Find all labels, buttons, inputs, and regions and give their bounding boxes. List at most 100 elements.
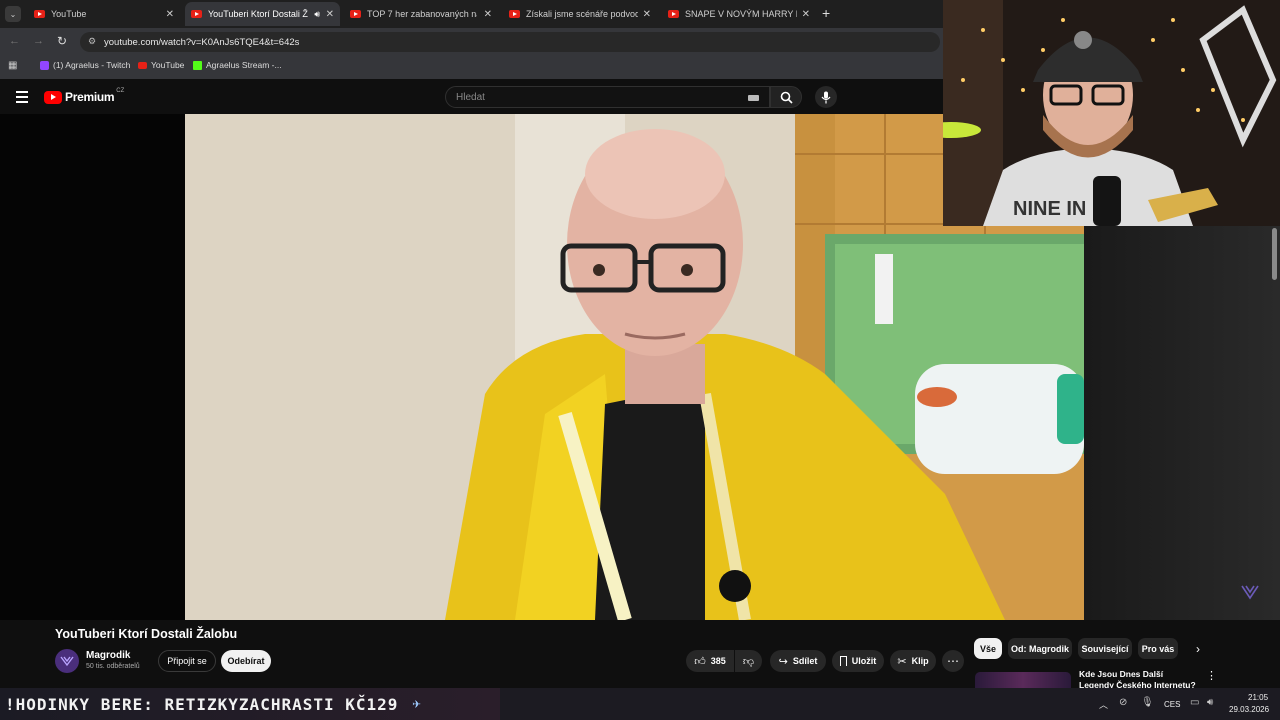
close-tab-icon[interactable]: ✕ xyxy=(166,9,174,20)
url-text: youtube.com/watch?v=K0AnJs6TQE4&t=642s xyxy=(104,36,300,48)
chip-from-magrodik[interactable]: Od: Magrodik xyxy=(1008,638,1072,659)
recommendation-title[interactable]: Kde Jsou Dnes Další Legendy Českého Inte… xyxy=(1079,669,1199,688)
voice-search-button[interactable] xyxy=(815,86,837,108)
more-actions-button[interactable]: ⋯ xyxy=(942,650,964,672)
youtube-play-icon xyxy=(44,90,62,104)
close-tab-icon[interactable]: ✕ xyxy=(802,9,810,20)
channel-name[interactable]: Magrodik xyxy=(86,650,130,661)
network-off-icon[interactable]: ⊘ xyxy=(1119,697,1127,708)
clip-button[interactable]: ✂ Klip xyxy=(890,650,936,672)
video-title: YouTuberi Ktorí Dostali Žalobu xyxy=(55,627,238,641)
chip-all[interactable]: Vše xyxy=(974,638,1002,659)
stream-ticker: !HODINKY BERE: RETIZKYZACHRASTI KČ129 ✈ xyxy=(0,688,500,720)
clock-time[interactable]: 21:05 xyxy=(1248,693,1268,702)
youtube-icon xyxy=(138,61,147,69)
like-count: 385 xyxy=(710,656,726,666)
tab-scenare[interactable]: Získali jsme scénáře podvodník ✕ xyxy=(503,2,657,26)
video-left-margin xyxy=(0,114,185,620)
clock-date[interactable]: 29.03.2026 xyxy=(1229,705,1269,714)
scrollbar[interactable] xyxy=(1272,228,1277,280)
clip-label: Klip xyxy=(911,656,929,666)
tray-chevron-icon[interactable]: ︿ xyxy=(1099,698,1108,711)
youtube-favicon-icon xyxy=(350,10,361,18)
dislike-button[interactable]: 👎︎ xyxy=(735,650,762,672)
bookmark-label: (1) Agraelus - Twitch xyxy=(53,60,131,70)
video-right-margin xyxy=(1084,226,1280,620)
youtube-favicon-icon xyxy=(191,10,202,18)
search-button[interactable] xyxy=(770,86,802,108)
join-button[interactable]: Připojit se xyxy=(158,650,216,672)
search-input[interactable]: Hledat xyxy=(445,86,770,108)
thumbs-up-icon: 👍︎ xyxy=(694,655,706,668)
tab-active-video[interactable]: YouTuberi Ktorí Dostali Žalo 🔊︎ ✕ xyxy=(185,2,340,26)
youtube-favicon-icon xyxy=(668,10,679,18)
reload-icon[interactable]: ↻ xyxy=(57,34,67,48)
microphone-tray-icon[interactable]: 🎙︎ xyxy=(1141,697,1154,708)
chip-for-you[interactable]: Pro vás xyxy=(1138,638,1178,659)
svg-text:NINE IN: NINE IN xyxy=(1013,198,1086,220)
recommendation-thumbnail[interactable] xyxy=(975,672,1071,688)
tab-label: SNAPE V NOVÝM HARRY POTT xyxy=(685,9,797,19)
youtube-logo[interactable]: Premium CZ xyxy=(44,88,125,104)
bookmarks-bar: ▦ (1) Agraelus - Twitch YouTube Agraelus… xyxy=(0,55,943,79)
bookmark-youtube[interactable]: YouTube xyxy=(138,60,184,70)
share-icon: ↪ xyxy=(778,655,788,668)
close-tab-icon[interactable]: ✕ xyxy=(326,9,334,20)
share-label: Sdílet xyxy=(792,656,818,666)
tab-list-button[interactable]: ⌄ xyxy=(5,6,21,22)
speaker-icon[interactable]: 🔊︎ xyxy=(314,9,320,20)
display-icon[interactable]: ▭ xyxy=(1190,697,1199,708)
address-bar[interactable]: ⚙ youtube.com/watch?v=K0AnJs6TQE4&t=642s xyxy=(80,32,940,52)
share-button[interactable]: ↪ Sdílet xyxy=(770,650,826,672)
chip-next-icon[interactable]: › xyxy=(1196,642,1200,656)
webcam-frame: NINE IN xyxy=(943,0,1280,226)
tab-label: TOP 7 her zabanovaných na St xyxy=(367,9,477,19)
apps-grid-icon[interactable]: ▦ xyxy=(8,60,17,71)
steam-icon[interactable]: ✈ xyxy=(412,696,421,712)
scissors-icon: ✂ xyxy=(897,655,907,668)
bookmark-stream[interactable]: Agraelus Stream -... xyxy=(193,60,282,70)
ticker-text: !HODINKY BERE: RETIZKYZACHRASTI KČ129 xyxy=(5,694,399,714)
premium-label: Premium xyxy=(65,90,115,104)
bookmark-label: YouTube xyxy=(151,60,185,70)
region-label: CZ xyxy=(116,88,125,94)
close-tab-icon[interactable]: ✕ xyxy=(484,9,492,20)
new-tab-button[interactable]: + xyxy=(822,5,830,21)
volume-icon[interactable]: 🔊︎ xyxy=(1207,697,1213,708)
bookmark-icon xyxy=(839,656,847,666)
youtube-favicon-icon xyxy=(34,10,45,18)
magrodik-watermark-icon xyxy=(1241,585,1259,600)
tab-label: YouTuberi Ktorí Dostali Žalo xyxy=(208,9,308,19)
close-tab-icon[interactable]: ✕ xyxy=(643,9,651,20)
streamer-webcam: NINE IN xyxy=(943,0,1280,226)
tab-snape[interactable]: SNAPE V NOVÝM HARRY POTT ✕ xyxy=(662,2,816,26)
recommendation-menu-icon[interactable]: ⋮ xyxy=(1206,669,1217,682)
channel-avatar[interactable] xyxy=(55,649,79,673)
save-label: Uložit xyxy=(851,656,877,666)
bookmark-twitch[interactable]: (1) Agraelus - Twitch xyxy=(40,60,130,70)
save-button[interactable]: Uložit xyxy=(832,650,884,672)
magrodik-logo-icon xyxy=(60,656,74,667)
subscribe-button[interactable]: Odebírat xyxy=(221,650,271,672)
browser-tab-bar: ⌄ YouTube ✕ YouTuberi Ktorí Dostali Žalo… xyxy=(0,0,943,28)
bookmark-label: Agraelus Stream -... xyxy=(206,60,282,70)
microphone-icon xyxy=(821,91,831,103)
search-icon xyxy=(780,91,793,104)
kick-icon xyxy=(193,60,202,70)
forward-icon[interactable]: → xyxy=(33,35,44,47)
subscriber-count: 50 tis. odběratelů xyxy=(86,663,140,670)
keyboard-icon[interactable] xyxy=(748,95,759,101)
chip-related[interactable]: Související xyxy=(1078,638,1132,659)
back-icon[interactable]: ← xyxy=(9,35,20,47)
like-button[interactable]: 👍︎ 385 xyxy=(686,650,734,672)
menu-icon[interactable] xyxy=(16,91,28,103)
twitch-icon xyxy=(40,60,49,70)
youtube-favicon-icon xyxy=(509,10,520,18)
language-indicator[interactable]: CES xyxy=(1164,700,1180,709)
site-info-icon[interactable]: ⚙ xyxy=(88,36,96,47)
thumbs-down-icon: 👎︎ xyxy=(742,655,755,668)
tab-youtube[interactable]: YouTube ✕ xyxy=(28,2,180,26)
more-icon: ⋯ xyxy=(947,654,959,668)
search-placeholder: Hledat xyxy=(456,91,485,103)
tab-top7[interactable]: TOP 7 her zabanovaných na St ✕ xyxy=(344,2,498,26)
